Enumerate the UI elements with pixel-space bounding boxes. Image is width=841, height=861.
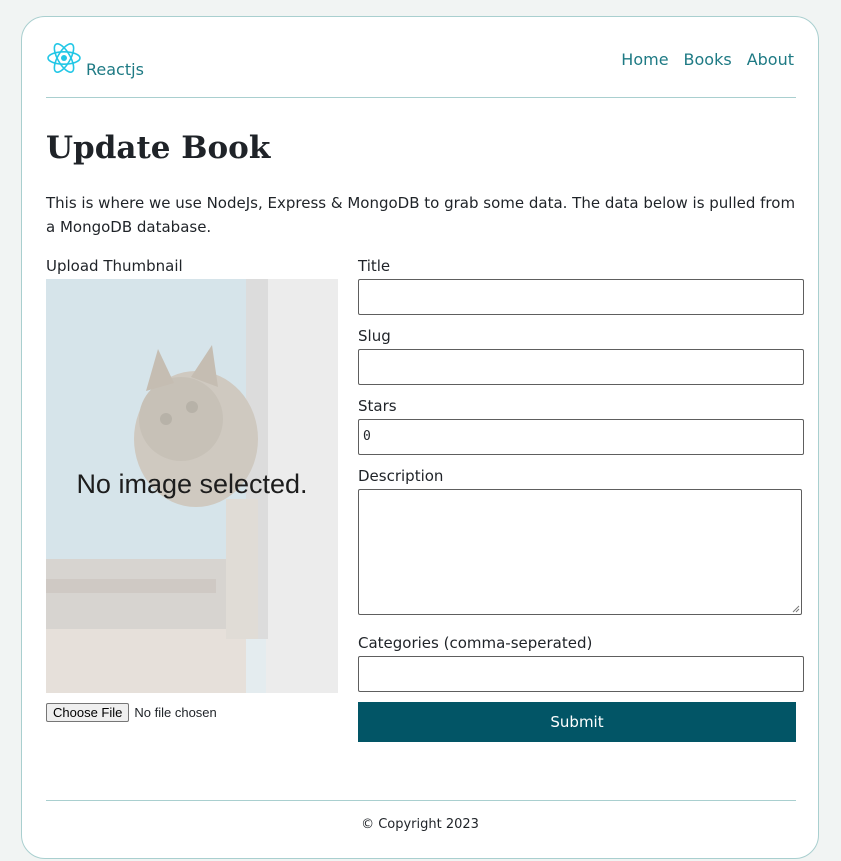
nav-home-link[interactable]: Home (621, 50, 668, 69)
title-label: Title (358, 257, 391, 275)
nav-about-link[interactable]: About (747, 50, 794, 69)
stars-input[interactable]: 0 (358, 419, 804, 455)
page-title: Update Book (46, 130, 271, 166)
slug-label: Slug (358, 327, 391, 345)
no-image-text: No image selected. (76, 469, 308, 499)
main-nav: Home Books About (621, 50, 794, 69)
nav-books-link[interactable]: Books (684, 50, 732, 69)
categories-label: Categories (comma-seperated) (358, 634, 593, 652)
thumbnail-label: Upload Thumbnail (46, 257, 183, 275)
brand-name: Reactjs (86, 60, 144, 79)
categories-input[interactable] (358, 656, 804, 692)
footer-divider (46, 800, 796, 801)
footer-copyright: © Copyright 2023 (361, 817, 479, 832)
description-label: Description (358, 467, 444, 485)
thumbnail-preview: No image selected. (46, 279, 338, 693)
submit-button[interactable]: Submit (358, 702, 796, 742)
choose-file-button[interactable]: Choose File (46, 703, 130, 722)
file-status-text: No file chosen (134, 705, 217, 720)
description-textarea[interactable] (358, 489, 802, 615)
react-atom-icon (46, 40, 82, 80)
title-input[interactable] (358, 279, 804, 315)
slug-input[interactable] (358, 349, 804, 385)
file-picker: Choose File No file chosen (46, 703, 217, 722)
resize-grip-icon[interactable] (792, 605, 800, 613)
header-divider (46, 97, 796, 98)
page-intro: This is where we use NodeJs, Express & M… (46, 194, 796, 236)
stars-label: Stars (358, 397, 397, 415)
brand-logo[interactable]: Reactjs (46, 40, 144, 80)
page-card: Reactjs Home Books About Update Book Thi… (21, 16, 819, 859)
